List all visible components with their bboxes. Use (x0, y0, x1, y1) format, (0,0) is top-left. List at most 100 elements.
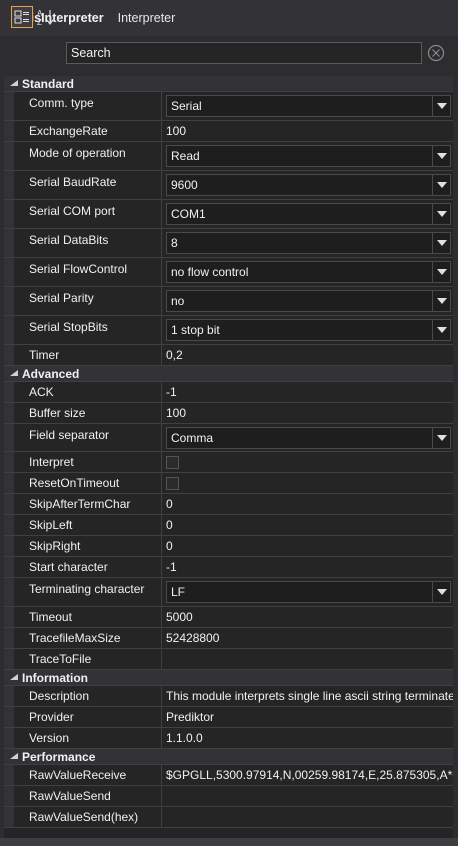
property-row[interactable]: Terminating character LF (4, 578, 453, 607)
property-row[interactable]: Serial Parity no (4, 287, 453, 316)
categorized-view-icon[interactable] (11, 6, 33, 28)
collapse-arrow-icon[interactable] (4, 369, 20, 378)
chevron-down-icon[interactable] (432, 146, 450, 166)
property-value[interactable] (162, 786, 453, 806)
property-value[interactable]: 52428800 (162, 628, 453, 648)
row-gutter (4, 316, 14, 344)
property-name: TraceToFile (14, 649, 162, 669)
property-row[interactable]: TraceToFile (4, 649, 453, 670)
value-dropdown[interactable]: 8 (166, 232, 451, 254)
property-row[interactable]: Serial FlowControl no flow control (4, 258, 453, 287)
property-value[interactable]: 100 (162, 403, 453, 423)
value-dropdown[interactable]: COM1 (166, 203, 451, 225)
property-row[interactable]: TracefileMaxSize 52428800 (4, 628, 453, 649)
property-value[interactable]: This module interprets single line ascii… (162, 686, 453, 706)
value-dropdown[interactable]: Serial (166, 95, 451, 117)
row-gutter (4, 229, 14, 257)
property-row[interactable]: RawValueSend (4, 786, 453, 807)
property-row[interactable]: SkipLeft 0 (4, 515, 453, 536)
collapse-arrow-icon[interactable] (4, 673, 20, 682)
category-performance[interactable]: Performance (4, 749, 453, 765)
property-name: RawValueReceive (14, 765, 162, 785)
value-dropdown[interactable]: no flow control (166, 261, 451, 283)
property-row[interactable]: Serial BaudRate 9600 (4, 171, 453, 200)
category-information[interactable]: Information (4, 670, 453, 686)
property-name: Serial Parity (14, 287, 162, 315)
property-value[interactable]: -1 (162, 382, 453, 402)
property-value[interactable]: Prediktor (162, 707, 453, 727)
row-gutter (4, 473, 14, 493)
row-gutter (4, 728, 14, 748)
property-row[interactable]: ExchangeRate 100 (4, 121, 453, 142)
property-value[interactable]: 100 (162, 121, 453, 141)
title-bar: ApisInterpreter Interpreter (0, 0, 458, 36)
property-value[interactable]: 0 (162, 494, 453, 514)
category-label: Standard (22, 76, 75, 91)
property-row[interactable]: Serial DataBits 8 (4, 229, 453, 258)
property-row[interactable]: ResetOnTimeout (4, 473, 453, 494)
property-value[interactable]: 0 (162, 536, 453, 556)
property-row[interactable]: Timeout 5000 (4, 607, 453, 628)
property-row[interactable]: Start character -1 (4, 557, 453, 578)
property-name: TracefileMaxSize (14, 628, 162, 648)
sort-az-icon[interactable]: A Z (35, 6, 57, 28)
category-standard[interactable]: Standard (4, 76, 453, 92)
chevron-down-icon[interactable] (432, 96, 450, 116)
chevron-down-icon[interactable] (432, 427, 450, 448)
category-advanced[interactable]: Advanced (4, 366, 453, 382)
chevron-down-icon[interactable] (432, 262, 450, 282)
chevron-down-icon[interactable] (432, 582, 450, 602)
property-value[interactable]: $GPGLL,5300.97914,N,00259.98174,E,25.875… (162, 765, 453, 785)
property-row[interactable]: ACK -1 (4, 382, 453, 403)
property-row[interactable]: Field separator Comma (4, 424, 453, 452)
chevron-down-icon[interactable] (432, 320, 450, 340)
value-dropdown[interactable]: 1 stop bit (166, 319, 451, 341)
chevron-down-icon[interactable] (432, 291, 450, 311)
collapse-arrow-icon[interactable] (4, 79, 20, 88)
property-name: RawValueSend(hex) (14, 807, 162, 827)
property-row[interactable]: Buffer size 100 (4, 403, 453, 424)
property-value[interactable] (162, 649, 453, 669)
property-name: Serial BaudRate (14, 171, 162, 199)
property-value: no (162, 287, 453, 315)
property-row[interactable]: Version 1.1.0.0 (4, 728, 453, 749)
property-value[interactable]: 0,2 (162, 345, 453, 365)
property-value: COM1 (162, 200, 453, 228)
value-dropdown[interactable]: no (166, 290, 451, 312)
value-dropdown[interactable]: 9600 (166, 174, 451, 196)
property-value[interactable]: 1.1.0.0 (162, 728, 453, 748)
property-name: Interpret (14, 452, 162, 472)
property-row[interactable]: Comm. type Serial (4, 92, 453, 121)
dropdown-selected-value: 9600 (171, 178, 198, 192)
value-dropdown[interactable]: Comma (166, 426, 451, 449)
property-value (162, 473, 453, 493)
property-row[interactable]: Serial StopBits 1 stop bit (4, 316, 453, 345)
property-row[interactable]: RawValueSend(hex) (4, 807, 453, 828)
search-input[interactable] (66, 42, 422, 64)
chevron-down-icon[interactable] (432, 233, 450, 253)
checkbox[interactable] (166, 455, 179, 469)
property-value[interactable]: -1 (162, 557, 453, 577)
property-value (162, 452, 453, 472)
checkbox[interactable] (166, 476, 179, 490)
property-value[interactable] (162, 807, 453, 827)
property-row[interactable]: Description This module interprets single… (4, 686, 453, 707)
value-dropdown[interactable]: Read (166, 145, 451, 167)
property-row[interactable]: Serial COM port COM1 (4, 200, 453, 229)
row-gutter (4, 424, 14, 451)
property-row[interactable]: Mode of operation Read (4, 142, 453, 171)
property-row[interactable]: Timer 0,2 (4, 345, 453, 366)
property-name: SkipRight (14, 536, 162, 556)
property-row[interactable]: Provider Prediktor (4, 707, 453, 728)
collapse-arrow-icon[interactable] (4, 752, 20, 761)
property-value[interactable]: 0 (162, 515, 453, 535)
chevron-down-icon[interactable] (432, 204, 450, 224)
chevron-down-icon[interactable] (432, 175, 450, 195)
property-row[interactable]: RawValueReceive $GPGLL,5300.97914,N,00259… (4, 765, 453, 786)
property-row[interactable]: SkipRight 0 (4, 536, 453, 557)
property-value[interactable]: 5000 (162, 607, 453, 627)
property-row[interactable]: Interpret (4, 452, 453, 473)
property-row[interactable]: SkipAfterTermChar 0 (4, 494, 453, 515)
clear-search-icon[interactable] (427, 44, 445, 62)
value-dropdown[interactable]: LF (166, 581, 451, 603)
